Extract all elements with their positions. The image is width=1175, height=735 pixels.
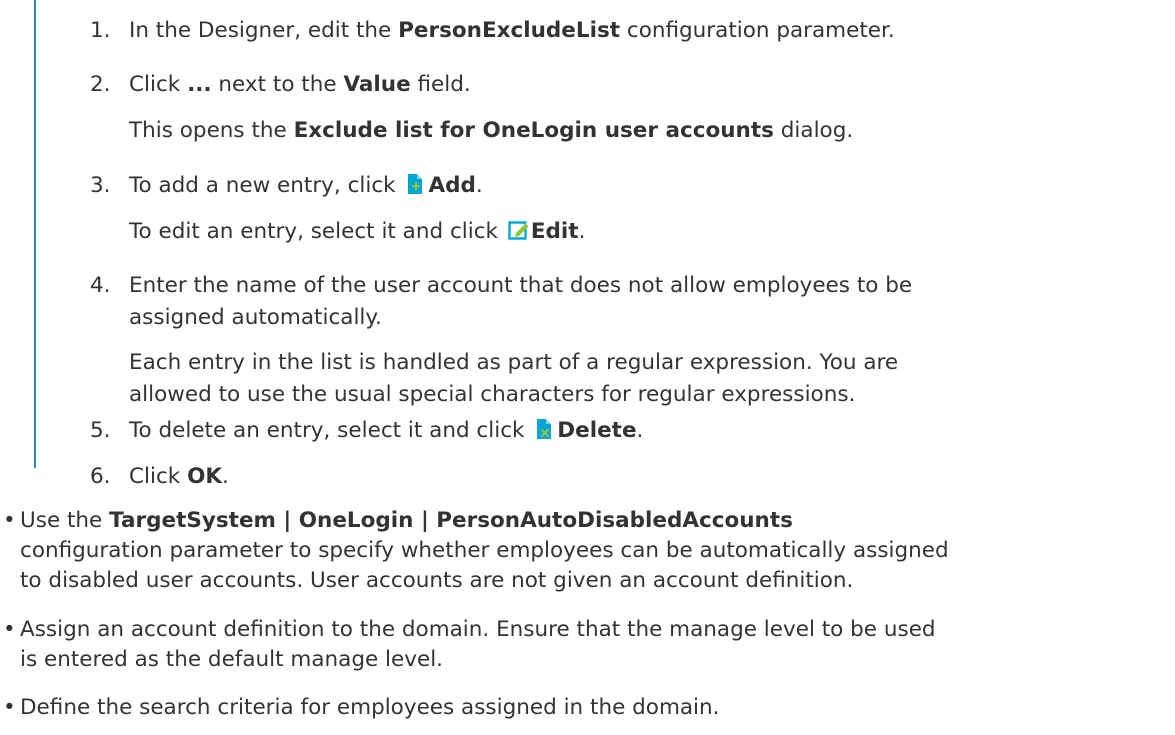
step-text: To delete an entry, select it and click	[129, 418, 532, 443]
note-text: allowed to use the usual special charact…	[129, 382, 856, 407]
bullet-item-1: • Use the TargetSystem | OneLogin | Pers…	[0, 506, 1175, 596]
bullet-item-2: • Assign an account definition to the do…	[0, 615, 1175, 675]
step-emphasis: PersonExcludeList	[398, 18, 621, 43]
step-text: .	[475, 173, 483, 198]
step-4: 4. Enter the name of the user account th…	[70, 270, 1175, 334]
step-text: Click	[129, 464, 188, 489]
note-text: This opens the	[129, 118, 294, 143]
step-text: .	[636, 418, 644, 443]
step-text: Enter the name of the user account that …	[129, 273, 913, 298]
note-text: To edit an entry, select it and click	[129, 219, 505, 244]
note-emphasis: Exclude list for OneLogin user accounts	[293, 118, 774, 143]
bullet-glyph: •	[3, 508, 16, 533]
step-text: Click	[129, 72, 188, 97]
step-text: To add a new entry, click	[129, 173, 403, 198]
step-text: field.	[410, 72, 471, 97]
step-2-note: This opens the Exclude list for OneLogin…	[70, 115, 1175, 147]
step-number: 2.	[90, 72, 111, 97]
step-number: 4.	[90, 273, 111, 298]
step-text: next to the	[211, 72, 344, 97]
step-text: In the Designer, edit the	[129, 18, 399, 43]
step-6: 6. Click OK.	[70, 461, 1175, 493]
bullet-text: Use the	[20, 508, 110, 533]
step-number: 5.	[90, 418, 111, 443]
step-emphasis: ...	[187, 72, 212, 97]
step-emphasis: OK	[187, 464, 223, 489]
step-text: assigned automatically.	[129, 305, 382, 330]
add-icon	[405, 173, 425, 195]
bullet-text: configuration parameter to specify wheth…	[20, 538, 949, 563]
step-emphasis: Delete	[557, 418, 637, 443]
step-number: 1.	[90, 18, 111, 43]
edit-icon	[508, 219, 530, 241]
procedure-left-rule	[34, 0, 36, 468]
bullet-text: Assign an account definition to the doma…	[20, 617, 936, 642]
step-number: 6.	[90, 464, 111, 489]
step-number: 3.	[90, 173, 111, 198]
step-emphasis: Add	[428, 173, 476, 198]
note-text: Each entry in the list is handled as par…	[129, 350, 899, 375]
note-text: dialog.	[773, 118, 854, 143]
step-4-note: Each entry in the list is handled as par…	[70, 347, 1175, 411]
bullet-glyph: •	[3, 695, 16, 720]
bullet-glyph: •	[3, 617, 16, 642]
step-5: 5. To delete an entry, select it and cli…	[70, 415, 1175, 447]
step-2: 2. Click ... next to the Value field.	[70, 69, 1175, 101]
step-text: configuration parameter.	[620, 18, 895, 43]
step-emphasis: Value	[343, 72, 411, 97]
step-3-note: To edit an entry, select it and click Ed…	[70, 216, 1175, 248]
delete-icon	[534, 418, 554, 440]
bullet-text: Define the search criteria for employees…	[20, 695, 720, 720]
bullet-item-3: • Define the search criteria for employe…	[0, 693, 1175, 723]
step-1: 1. In the Designer, edit the PersonExclu…	[70, 15, 1175, 47]
bullet-emphasis: TargetSystem | OneLogin | PersonAutoDisa…	[109, 508, 793, 533]
bullet-text: is entered as the default manage level.	[20, 647, 443, 672]
note-emphasis: Edit	[530, 219, 579, 244]
bullet-text: to disabled user accounts. User accounts…	[20, 568, 854, 593]
note-text: .	[578, 219, 586, 244]
step-3: 3. To add a new entry, click Add.	[70, 170, 1175, 202]
step-text: .	[222, 464, 229, 489]
